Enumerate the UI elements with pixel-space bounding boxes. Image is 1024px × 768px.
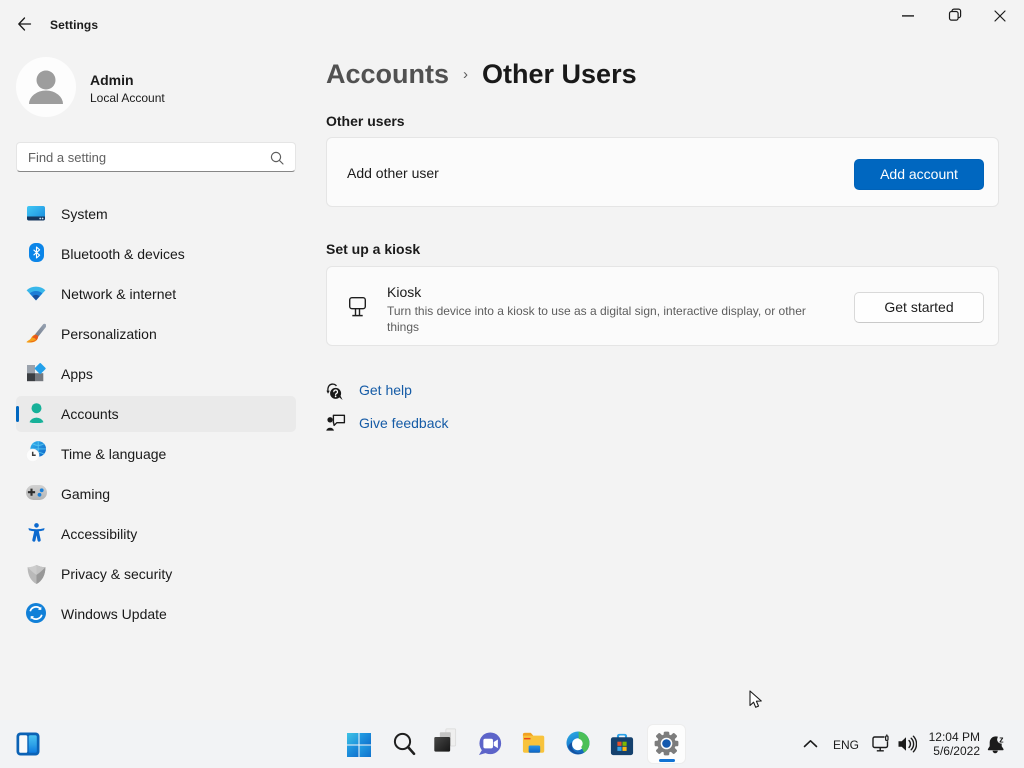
svg-text:z: z bbox=[999, 735, 1004, 745]
